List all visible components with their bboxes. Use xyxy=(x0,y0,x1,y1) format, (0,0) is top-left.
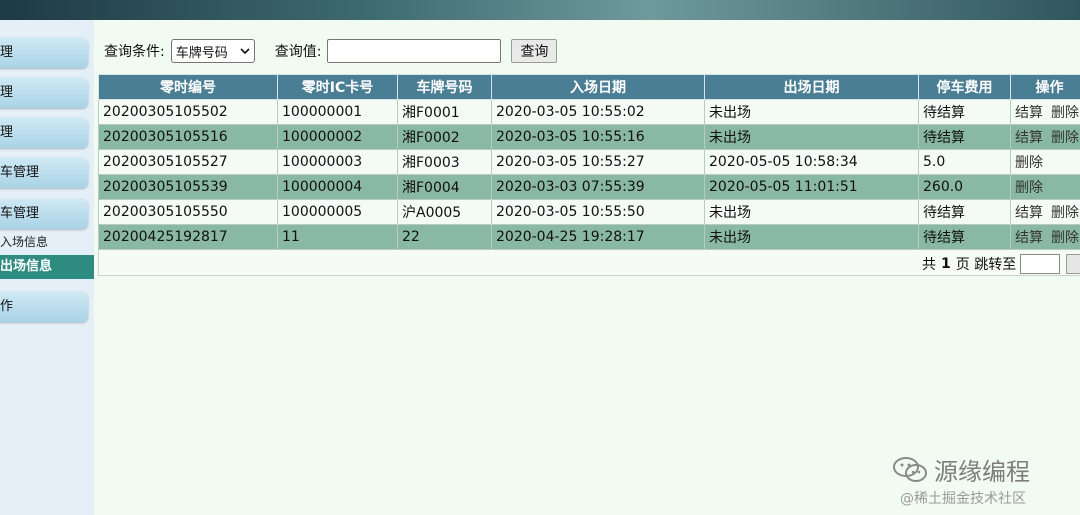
table-wrapper: 零时编号 零时IC卡号 车牌号码 入场日期 出场日期 停车费用 操作 20200… xyxy=(98,74,1080,250)
delete-link[interactable]: 删除 xyxy=(1051,205,1079,221)
watermark: 源缘编程 xyxy=(892,452,1030,487)
table-row: 20200305105539 100000004 湘F0004 2020-03-… xyxy=(98,174,1080,200)
cell-plate: 湘F0004 xyxy=(397,174,492,200)
table-row: 20200305105502 100000001 湘F0001 2020-03-… xyxy=(98,99,1080,125)
chevron-down-icon xyxy=(240,48,250,55)
cell-ic-card: 100000003 xyxy=(277,149,398,175)
cell-ic-card: 11 xyxy=(277,224,398,250)
cell-fee: 待结算 xyxy=(918,224,1011,250)
total-pages: 1 xyxy=(941,256,951,272)
cell-fee: 待结算 xyxy=(918,99,1011,125)
top-banner xyxy=(0,0,1080,20)
cell-ic-card: 100000002 xyxy=(277,124,398,150)
cell-fee: 260.0 xyxy=(918,174,1011,200)
cell-entry-date: 2020-03-05 10:55:50 xyxy=(491,199,705,225)
condition-label: 查询条件: xyxy=(104,44,165,60)
cell-exit-date: 2020-05-05 10:58:34 xyxy=(704,149,919,175)
col-header-actions[interactable]: 操作 xyxy=(1010,74,1080,100)
pager-prefix: 共 xyxy=(922,257,936,273)
cell-actions: 删除 xyxy=(1010,174,1080,200)
exit-info-table: 零时编号 零时IC卡号 车牌号码 入场日期 出场日期 停车费用 操作 20200… xyxy=(98,74,1080,250)
cell-plate: 湘F0001 xyxy=(397,99,492,125)
cell-exit-date: 2020-05-05 11:01:51 xyxy=(704,174,919,200)
cell-actions: 结算 删除 xyxy=(1010,199,1080,225)
watermark-site: @稀土掘金技术社区 xyxy=(900,491,1026,507)
sidebar-menu-3[interactable]: 理 xyxy=(0,118,88,148)
cell-plate: 湘F0002 xyxy=(397,124,492,150)
condition-select-value: 车牌号码 xyxy=(175,45,228,61)
condition-select[interactable]: 车牌号码 xyxy=(170,39,255,63)
cell-actions: 结算 删除 xyxy=(1010,124,1080,150)
table-header-row: 零时编号 零时IC卡号 车牌号码 入场日期 出场日期 停车费用 操作 xyxy=(98,74,1080,100)
delete-link[interactable]: 删除 xyxy=(1015,180,1043,196)
cell-entry-date: 2020-03-05 10:55:02 xyxy=(491,99,705,125)
cell-plate: 湘F0003 xyxy=(397,149,492,175)
query-bar: 查询条件: 车牌号码 查询值: 查询 xyxy=(104,38,558,64)
sidebar-menu-5[interactable]: 车管理 xyxy=(0,199,88,229)
main-panel: 查询条件: 车牌号码 查询值: 查询 零时编号 零时IC卡号 车牌号码 入场日期 xyxy=(94,20,1080,515)
query-value-input[interactable] xyxy=(327,39,502,63)
search-button[interactable]: 查询 xyxy=(511,39,558,63)
settle-link[interactable]: 结算 xyxy=(1015,205,1043,221)
cell-entry-date: 2020-04-25 19:28:17 xyxy=(491,224,705,250)
pager-suffix: 页 跳转至 xyxy=(955,257,1017,273)
cell-temp-id: 20200305105502 xyxy=(98,99,278,125)
cell-fee: 5.0 xyxy=(918,149,1011,175)
sidebar-menu-4[interactable]: 车管理 xyxy=(0,158,88,188)
col-header-temp-id[interactable]: 零时编号 xyxy=(98,74,278,100)
pagination-bar: 共 1 页 跳转至 xyxy=(98,250,1080,276)
cell-temp-id: 20200305105550 xyxy=(98,199,278,225)
cell-entry-date: 2020-03-05 10:55:27 xyxy=(491,149,705,175)
sidebar: 理 理 理 车管理 车管理 入场信息 出场信息 作 xyxy=(0,20,94,515)
jump-page-input[interactable] xyxy=(1020,254,1061,274)
settle-link[interactable]: 结算 xyxy=(1015,105,1043,121)
cell-ic-card: 100000004 xyxy=(277,174,398,200)
delete-link[interactable]: 删除 xyxy=(1015,155,1043,171)
cell-ic-card: 100000005 xyxy=(277,199,398,225)
table-row: 20200425192817 11 22 2020-04-25 19:28:17… xyxy=(98,224,1080,250)
jump-button[interactable] xyxy=(1066,254,1080,274)
sidebar-menu-6[interactable]: 作 xyxy=(0,292,88,322)
cell-exit-date: 未出场 xyxy=(704,199,919,225)
cell-exit-date: 未出场 xyxy=(704,124,919,150)
value-label: 查询值: xyxy=(274,44,322,60)
col-header-fee[interactable]: 停车费用 xyxy=(918,74,1011,100)
table-row: 20200305105527 100000003 湘F0003 2020-03-… xyxy=(98,149,1080,175)
col-header-ic-card[interactable]: 零时IC卡号 xyxy=(277,74,398,100)
pagination-controls: 共 1 页 跳转至 xyxy=(922,254,1080,274)
sidebar-menu-1[interactable]: 理 xyxy=(0,38,88,68)
cell-temp-id: 20200305105516 xyxy=(98,124,278,150)
settle-link[interactable]: 结算 xyxy=(1015,130,1043,146)
sidebar-menu-2[interactable]: 理 xyxy=(0,78,88,108)
cell-fee: 待结算 xyxy=(918,199,1011,225)
table-row: 20200305105516 100000002 湘F0002 2020-03-… xyxy=(98,124,1080,150)
cell-exit-date: 未出场 xyxy=(704,224,919,250)
sidebar-item-exit-info[interactable]: 出场信息 xyxy=(0,255,94,279)
watermark-title: 源缘编程 xyxy=(934,458,1030,486)
cell-entry-date: 2020-03-05 10:55:16 xyxy=(491,124,705,150)
cell-exit-date: 未出场 xyxy=(704,99,919,125)
cell-actions: 删除 xyxy=(1010,149,1080,175)
cell-temp-id: 20200305105539 xyxy=(98,174,278,200)
table-row: 20200305105550 100000005 沪A0005 2020-03-… xyxy=(98,199,1080,225)
delete-link[interactable]: 删除 xyxy=(1051,105,1079,121)
col-header-plate[interactable]: 车牌号码 xyxy=(397,74,492,100)
cell-temp-id: 20200425192817 xyxy=(98,224,278,250)
cell-actions: 结算 删除 xyxy=(1010,99,1080,125)
cell-actions: 结算 删除 xyxy=(1010,224,1080,250)
cell-plate: 22 xyxy=(397,224,492,250)
cell-ic-card: 100000001 xyxy=(277,99,398,125)
cell-entry-date: 2020-03-03 07:55:39 xyxy=(491,174,705,200)
settle-link[interactable]: 结算 xyxy=(1015,230,1043,246)
cell-temp-id: 20200305105527 xyxy=(98,149,278,175)
cell-fee: 待结算 xyxy=(918,124,1011,150)
delete-link[interactable]: 删除 xyxy=(1051,130,1079,146)
sidebar-item-entry-info[interactable]: 入场信息 xyxy=(0,230,94,254)
col-header-exit-date[interactable]: 出场日期 xyxy=(704,74,919,100)
cell-plate: 沪A0005 xyxy=(397,199,492,225)
delete-link[interactable]: 删除 xyxy=(1051,230,1079,246)
wechat-icon xyxy=(893,456,927,482)
col-header-entry-date[interactable]: 入场日期 xyxy=(491,74,705,100)
